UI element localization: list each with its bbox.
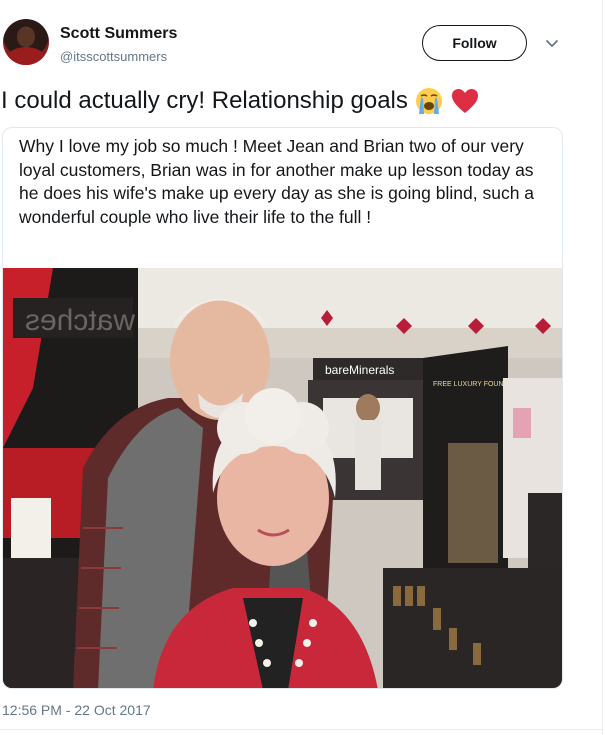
tweet-container: Scott Summers @itsscottsummers Follow I … [0,0,606,735]
store-sign: bareMinerals [325,363,394,377]
couple-photo[interactable]: watches bareMinerals FREE LUXURY FOUNDAT… [3,268,563,689]
tweet-timestamp[interactable]: 12:56 PM - 22 Oct 2017 [2,702,151,718]
avatar-shirt [7,47,45,65]
quoted-card[interactable]: Why I love my job so much ! Meet Jean an… [2,127,563,689]
watches-sign: watches [25,304,136,337]
loudly-crying-face-icon [415,88,442,114]
tweet-text: I could actually cry! Relationship goals [1,87,408,114]
avatar-face [17,27,35,47]
red-heart-icon [451,89,478,113]
chevron-down-icon[interactable] [543,34,561,52]
divider [0,729,606,730]
user-handle[interactable]: @itsscottsummers [60,49,167,64]
user-name[interactable]: Scott Summers [60,25,177,43]
follow-button[interactable]: Follow [422,25,527,61]
tweet-text-row: I could actually cry! Relationship goals [1,86,480,116]
scroll-edge [602,0,606,735]
quoted-card-text: Why I love my job so much ! Meet Jean an… [19,136,535,227]
tweet-header: Scott Summers @itsscottsummers Follow [0,14,600,72]
avatar[interactable] [3,19,49,65]
